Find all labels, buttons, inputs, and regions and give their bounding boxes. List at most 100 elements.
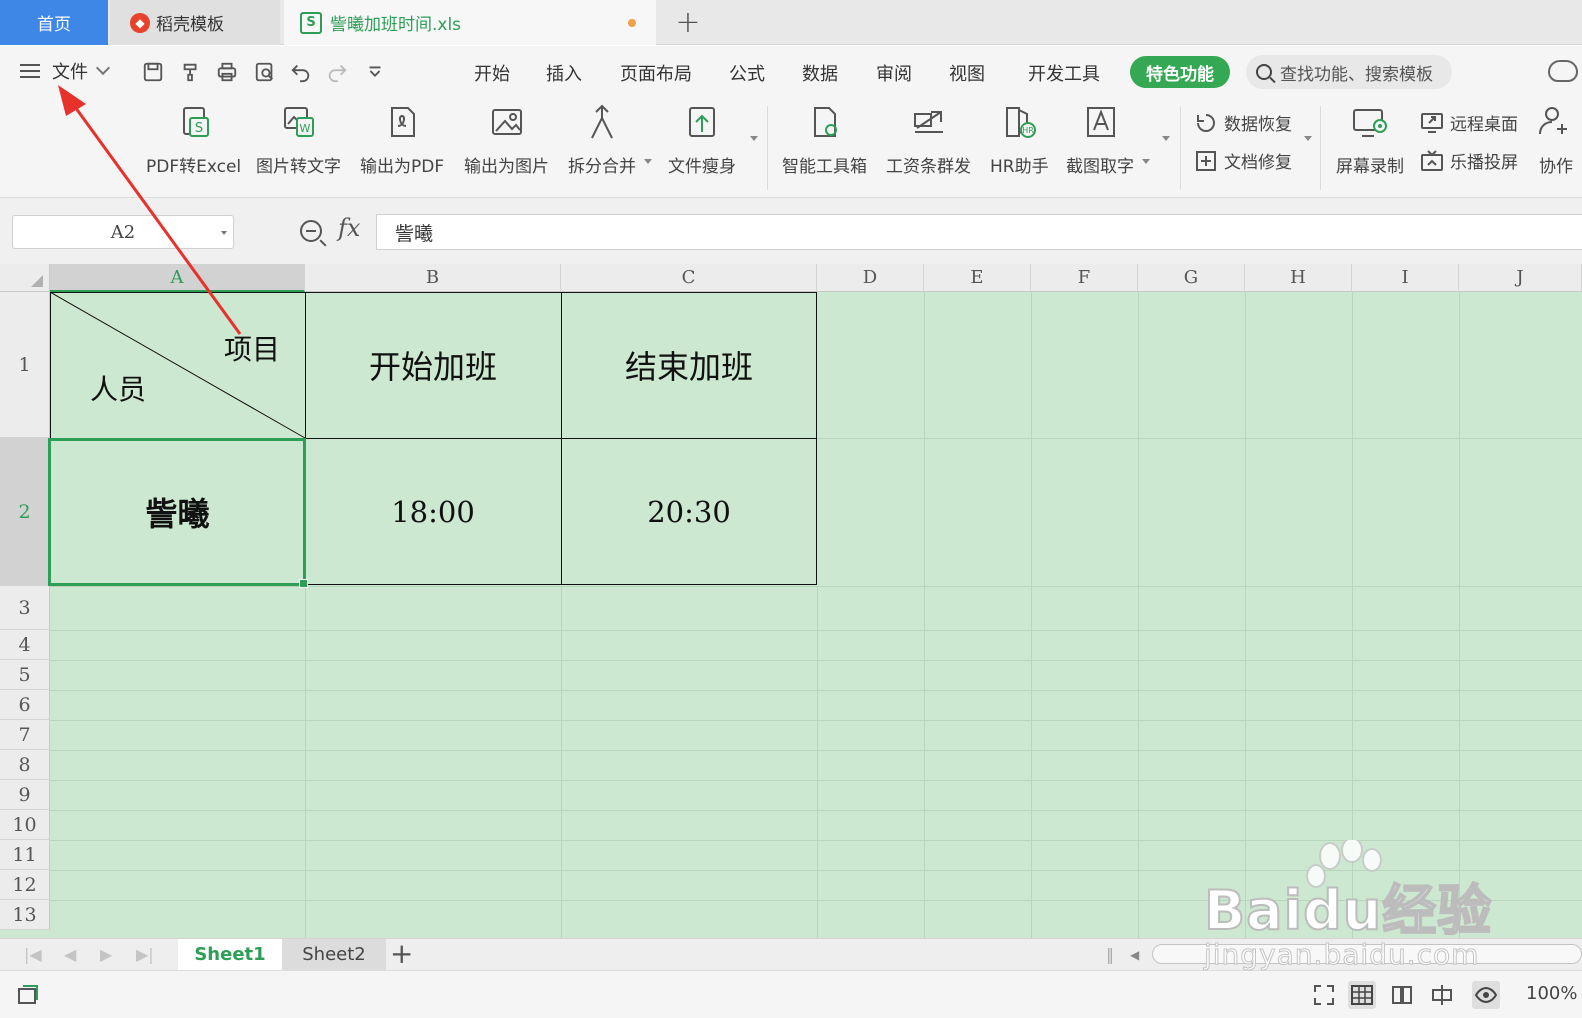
export-pdf-label: 输出为PDF: [360, 157, 445, 177]
column-header-j[interactable]: J: [1459, 264, 1582, 292]
row-header-9[interactable]: 9: [0, 780, 50, 810]
zoom-level[interactable]: 100%: [1526, 983, 1577, 1004]
cell-b1[interactable]: 开始加班: [305, 292, 561, 438]
sheet-tab-2[interactable]: Sheet2: [282, 939, 386, 970]
cloud-icon[interactable]: [1548, 60, 1578, 82]
last-sheet-icon[interactable]: ▶|: [136, 945, 154, 964]
new-tab-button[interactable]: +: [672, 5, 704, 40]
customize-toolbar-icon[interactable]: [362, 59, 388, 85]
ribbon-more-dropdown-3-icon[interactable]: [1304, 136, 1312, 141]
collaborate-button[interactable]: 协作: [1536, 102, 1576, 177]
ribbon-more-dropdown-icon[interactable]: [750, 136, 758, 141]
payslip-icon: [909, 102, 949, 142]
file-slim-button[interactable]: 文件瘦身: [668, 102, 736, 177]
row-header-10[interactable]: 10: [0, 810, 50, 840]
format-painter-icon[interactable]: [178, 59, 204, 85]
payslip-button[interactable]: 工资条群发: [886, 102, 971, 177]
redo-icon[interactable]: [324, 59, 350, 85]
name-box[interactable]: A2: [12, 215, 234, 249]
function-icon[interactable]: fx: [338, 214, 360, 242]
fullscreen-icon[interactable]: [1310, 981, 1338, 1009]
image-to-text-button[interactable]: W 图片转文字: [256, 102, 341, 177]
export-image-button[interactable]: 输出为图片: [464, 102, 549, 177]
zoom-out-icon[interactable]: [300, 220, 322, 242]
scroll-left-icon[interactable]: ◀: [1130, 948, 1139, 962]
normal-view-icon[interactable]: [1348, 981, 1376, 1009]
sheet-tab-1[interactable]: Sheet1: [178, 939, 282, 970]
column-header-e[interactable]: E: [924, 264, 1031, 292]
first-sheet-icon[interactable]: |◀: [24, 945, 42, 964]
page-break-view-icon[interactable]: [1428, 981, 1456, 1009]
row-header-4[interactable]: 4: [0, 630, 50, 660]
gridline: [50, 690, 1582, 691]
macro-record-icon[interactable]: [14, 981, 42, 1009]
row-header-2[interactable]: 2: [0, 438, 50, 586]
screenshot-ocr-button[interactable]: 截图取字: [1066, 102, 1134, 177]
cell-c1[interactable]: 结束加班: [561, 292, 817, 438]
prev-sheet-icon[interactable]: ◀: [64, 945, 76, 964]
formula-input[interactable]: 訾曦: [376, 214, 1582, 250]
undo-icon[interactable]: [288, 59, 314, 85]
spreadsheet-grid[interactable]: A B C D E F G H I J 1 2 3 4 5 6 7 8 9 10…: [0, 264, 1582, 938]
chevron-down-icon: [95, 60, 111, 76]
doc-repair-label: 文档修复: [1224, 153, 1292, 173]
menu-item-review[interactable]: 审阅: [876, 60, 912, 86]
column-header-b[interactable]: B: [305, 264, 561, 292]
save-icon[interactable]: [140, 59, 166, 85]
scroll-splitter-icon[interactable]: ‖: [1106, 945, 1114, 964]
pdf-to-excel-button[interactable]: S PDF转Excel: [146, 102, 241, 177]
column-header-i[interactable]: I: [1352, 264, 1459, 292]
screen-cast-button[interactable]: 乐播投屏: [1420, 148, 1518, 173]
export-pdf-button[interactable]: 输出为PDF: [360, 102, 444, 177]
doc-repair-button[interactable]: 文档修复: [1194, 148, 1292, 173]
column-header-d[interactable]: D: [817, 264, 924, 292]
menu-item-view[interactable]: 视图: [949, 60, 985, 86]
row-header-8[interactable]: 8: [0, 750, 50, 780]
column-header-c[interactable]: C: [561, 264, 817, 292]
column-header-g[interactable]: G: [1138, 264, 1245, 292]
row-header-11[interactable]: 11: [0, 840, 50, 870]
file-menu-button[interactable]: 文件: [20, 58, 111, 84]
search-input[interactable]: 查找功能、搜索模板: [1246, 55, 1452, 89]
next-sheet-icon[interactable]: ▶: [100, 945, 112, 964]
tab-template[interactable]: ◆ 稻壳模板: [110, 0, 280, 45]
menu-item-page-layout[interactable]: 页面布局: [620, 60, 692, 86]
menu-item-start[interactable]: 开始: [474, 60, 510, 86]
print-icon[interactable]: [214, 59, 240, 85]
remote-desktop-button[interactable]: 远程桌面: [1420, 110, 1518, 135]
column-header-h[interactable]: H: [1245, 264, 1352, 292]
menu-item-insert[interactable]: 插入: [546, 60, 582, 86]
data-recovery-button[interactable]: 数据恢复: [1194, 110, 1292, 135]
hr-assistant-button[interactable]: HR HR助手: [990, 102, 1049, 177]
page-layout-view-icon[interactable]: [1388, 981, 1416, 1009]
menu-item-data[interactable]: 数据: [802, 60, 838, 86]
menu-item-developer[interactable]: 开发工具: [1028, 60, 1100, 86]
print-preview-icon[interactable]: [252, 59, 278, 85]
screen-record-button[interactable]: 屏幕录制: [1336, 102, 1404, 177]
menu-item-formula[interactable]: 公式: [729, 60, 765, 86]
select-all-corner[interactable]: [0, 264, 50, 292]
row-header-13[interactable]: 13: [0, 900, 50, 930]
split-merge-button[interactable]: 拆分合并: [568, 102, 636, 177]
row-header-6[interactable]: 6: [0, 690, 50, 720]
column-header-a[interactable]: A: [50, 264, 305, 292]
name-box-dropdown-icon[interactable]: [221, 231, 227, 235]
row-header-5[interactable]: 5: [0, 660, 50, 690]
cell-c2[interactable]: 20:30: [561, 438, 817, 586]
smart-toolbox-button[interactable]: 智能工具箱: [782, 102, 867, 177]
row-header-7[interactable]: 7: [0, 720, 50, 750]
tab-document[interactable]: S 訾曦加班时间.xls: [284, 0, 656, 45]
row-header-3[interactable]: 3: [0, 586, 50, 630]
ribbon-more-dropdown-2-icon[interactable]: [1162, 136, 1170, 141]
row-header-12[interactable]: 12: [0, 870, 50, 900]
eye-protection-icon[interactable]: [1472, 981, 1500, 1009]
split-merge-dropdown-icon[interactable]: [644, 159, 652, 164]
add-sheet-button[interactable]: +: [390, 937, 413, 970]
screenshot-ocr-dropdown-icon[interactable]: [1142, 159, 1150, 164]
tab-home[interactable]: 首页: [0, 0, 108, 45]
image-to-text-icon: W: [279, 102, 319, 142]
cell-b2[interactable]: 18:00: [305, 438, 561, 586]
special-features-button[interactable]: 特色功能: [1130, 56, 1230, 88]
row-header-1[interactable]: 1: [0, 292, 50, 438]
column-header-f[interactable]: F: [1031, 264, 1138, 292]
